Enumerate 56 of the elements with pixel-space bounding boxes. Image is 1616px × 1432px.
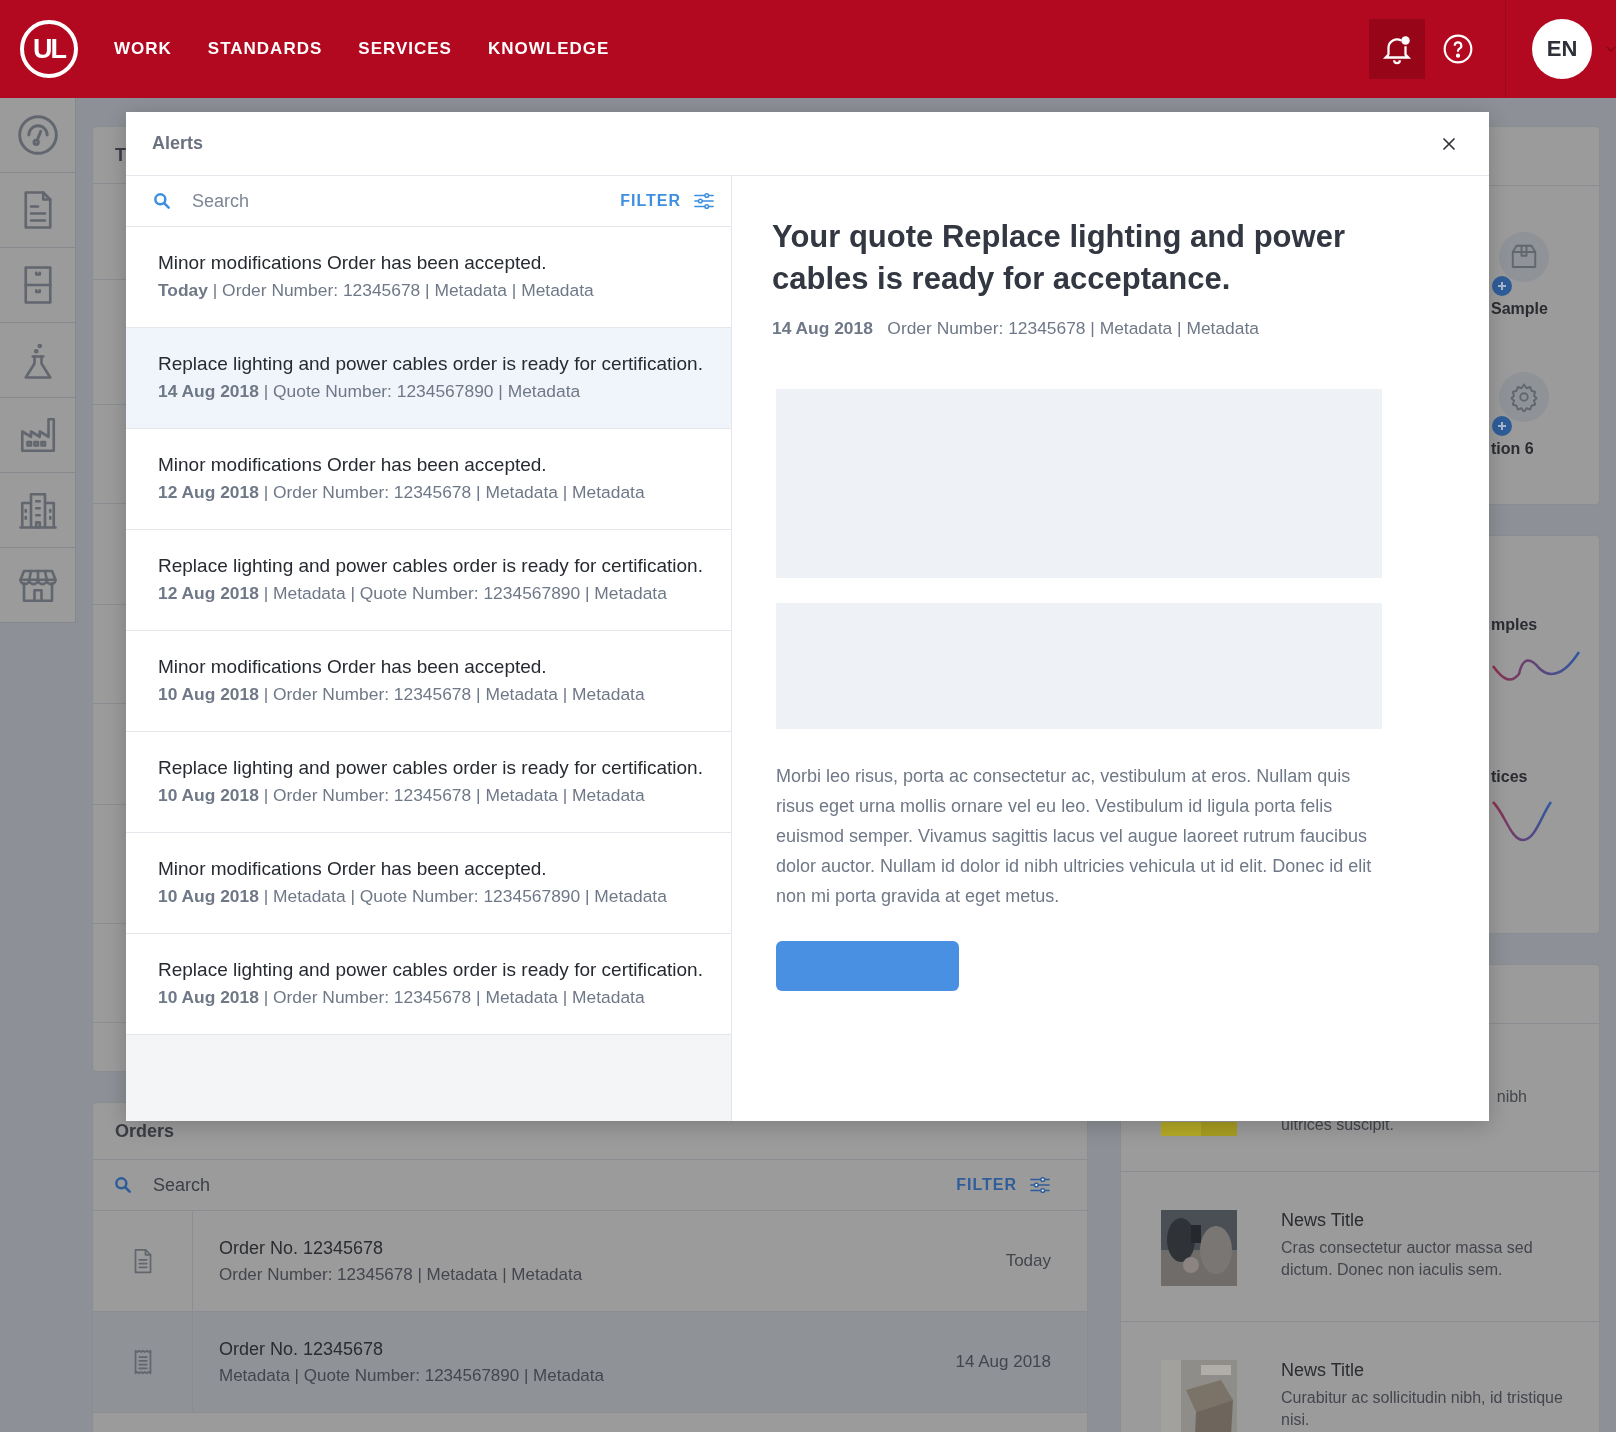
alert-meta: 10 Aug 2018 | Order Number: 12345678 | Metadata | Metadata [158, 785, 646, 806]
order-title: Order No. 12345678 [219, 1237, 385, 1259]
alert-item[interactable]: Replace lighting and power cables order is ready for certification. 10 Aug 2018 | Order Number: 12345678 | Metadata | Metadata [126, 732, 731, 833]
alert-meta: 10 Aug 2018 | Order Number: 12345678 | Metadata | Metadata [158, 684, 646, 705]
alert-meta: 10 Aug 2018 | Order Number: 12345678 | Metadata | Metadata [158, 987, 646, 1008]
alert-item[interactable]: Minor modifications Order has been accepted. 12 Aug 2018 | Order Number: 12345678 | Metadata | Metadata [126, 429, 731, 530]
alert-title: Minor modifications Order has been accepted. [158, 454, 548, 476]
search-input[interactable]: Search [151, 1173, 957, 1197]
news-text: Curabitur ac sollicitudin nibh, id tristique nisi. [1281, 1388, 1564, 1430]
news-title: News Title [1281, 1210, 1366, 1231]
chart-title: mples [1491, 616, 1538, 633]
alert-item[interactable]: Replace lighting and power cables order is ready for certification. 14 Aug 2018 | Quote Number: 1234567890 | Metadata [126, 328, 731, 429]
alert-item[interactable]: Minor modifications Order has been accepted. 10 Aug 2018 | Order Number: 12345678 | Metadata | Metadata [126, 631, 731, 732]
alert-title: Minor modifications Order has been accepted. [158, 858, 548, 880]
alert-item[interactable]: Minor modifications Order has been accepted. Today | Order Number: 12345678 | Metadata | Metadata [126, 227, 731, 328]
search-input[interactable]: Search [190, 189, 621, 213]
alert-meta: 12 Aug 2018 | Metadata | Quote Number: 1234567890 | Metadata [158, 583, 668, 604]
nav-link[interactable]: KNOWLEDGE [487, 39, 610, 59]
alert-title: Minor modifications Order has been accepted. [158, 252, 548, 274]
alert-title: Minor modifications Order has been accepted. [158, 656, 548, 678]
dialog-title: Alerts [152, 133, 204, 154]
alert-title: Replace lighting and power cables order is ready for certification. [158, 353, 704, 375]
nav-link[interactable]: WORK [114, 39, 172, 59]
order-date: 14 Aug 2018 [955, 1352, 1051, 1372]
alert-title: Replace lighting and power cables order is ready for certification. [158, 555, 704, 577]
logo[interactable]: UL [20, 20, 78, 78]
detail-body: Morbi leo risus, porta ac consectetur ac, vestibulum at eros. Nullam quis risus eget urna mollis ornare vel eu leo. Vestibulum id ligula porta felis euismod semper. Vivamus sagittis lacus vel augue laoreet rutrum faucibus dolor auctor. Nullam id dolor id nibh ultricies vehicula ut id elit. Donec id elit non mi porta gravida at eget metus. [776, 765, 1373, 908]
alert-meta: 10 Aug 2018 | Metadata | Quote Number: 1234567890 | Metadata [158, 886, 668, 907]
language-button[interactable]: EN [1532, 19, 1592, 79]
news-text: nibh [1496, 1087, 1527, 1107]
news-title: News Title [1281, 1360, 1366, 1381]
alert-meta: 12 Aug 2018 | Order Number: 12345678 | Metadata | Metadata [158, 482, 646, 503]
order-title: Order No. 12345678 [219, 1338, 385, 1360]
order-meta: Metadata | Quote Number: 1234567890 | Metadata [219, 1365, 605, 1386]
alert-title: Replace lighting and power cables order is ready for certification. [158, 757, 704, 779]
alert-item[interactable]: Replace lighting and power cables order is ready for certification. 10 Aug 2018 | Order Number: 12345678 | Metadata | Metadata [126, 934, 731, 1035]
alert-meta: 14 Aug 2018 | Quote Number: 1234567890 | Metadata [158, 381, 582, 402]
alert-item[interactable]: Replace lighting and power cables order is ready for certification. 12 Aug 2018 | Metadata | Quote Number: 1234567890 | Metadata [126, 530, 731, 631]
nav-link[interactable]: SERVICES [358, 39, 452, 59]
order-row[interactable]: Order No. 12345678 Metadata | Quote Number: 1234567890 | Metadata 14 Aug 2018 [93, 1312, 1087, 1413]
alert-meta: Today | Order Number: 12345678 | Metadata | Metadata [158, 280, 595, 301]
order-meta: Order Number: 12345678 | Metadata | Metadata [219, 1264, 584, 1285]
detail-title: Your quote Replace lighting and power cables is ready for acceptance. [772, 218, 1346, 298]
alert-title: Replace lighting and power cables order is ready for certification. [158, 959, 704, 981]
news-text: ultrices suscipit. [1281, 1115, 1395, 1135]
chart-title: tices [1491, 768, 1528, 785]
card-title: T [115, 144, 126, 166]
order-date: Today [1005, 1251, 1051, 1271]
action-label: Sample [1491, 300, 1548, 318]
action-label: tion 6 [1491, 440, 1534, 458]
nav-link[interactable]: STANDARDS [207, 39, 323, 59]
alert-item[interactable]: Minor modifications Order has been accepted. 10 Aug 2018 | Metadata | Quote Number: 1234567890 | Metadata [126, 833, 731, 934]
news-text: Cras consectetur auctor massa sed dictum. Donec non iaculis sem. [1281, 1238, 1534, 1280]
card-title: Orders [115, 1120, 175, 1142]
detail-meta: 14 Aug 2018 Order Number: 12345678 | Metadata | Metadata [772, 318, 1260, 339]
order-row[interactable]: Order No. 12345678 Order Number: 12345678 | Metadata | Metadata Today [93, 1211, 1087, 1312]
